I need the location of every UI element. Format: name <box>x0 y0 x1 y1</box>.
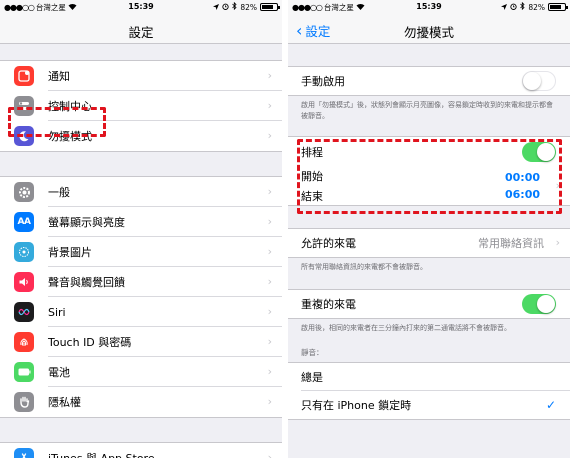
wallpaper-icon <box>14 242 34 262</box>
manual-row: 手動啟用 <box>288 67 570 95</box>
do-not-disturb-screen: ●●●○○ 台灣之星 15:39 82% ‹ 設定 勿擾模式 手動啟用 啟用「勿… <box>288 0 570 458</box>
page-title: 設定 <box>128 25 154 40</box>
settings-row[interactable]: 聲音與觸覺回饋 › <box>0 267 282 297</box>
allow-calls-value: 常用聯絡資訊 <box>478 237 544 250</box>
manual-toggle[interactable] <box>522 71 556 91</box>
page-title: 勿擾模式 <box>403 25 454 40</box>
settings-row-label: Touch ID 與密碼 <box>48 336 132 349</box>
battery-indicator-icon <box>260 3 280 11</box>
settings-row-label: 電池 <box>48 366 70 379</box>
allow-calls-row[interactable]: 允許的來電 常用聯絡資訊 › <box>288 229 570 257</box>
settings-row[interactable]: Touch ID 與密碼 › <box>0 327 282 357</box>
alarm-icon <box>510 3 517 12</box>
battery-percent: 82% <box>240 2 257 12</box>
battery-icon <box>14 362 34 382</box>
settings-row-label: iTunes 與 App Store <box>48 450 155 458</box>
silence-group: 總是 只有在 iPhone 鎖定時 ✓ <box>288 362 570 420</box>
allow-calls-footnote: 所有常用聯絡資訊的來電都不會被靜音。 <box>301 263 427 271</box>
bluetooth-icon <box>232 1 237 12</box>
settings-row[interactable]: AA 螢幕顯示與亮度 › <box>0 207 282 237</box>
chevron-right-icon: › <box>267 185 272 198</box>
sound-icon <box>14 272 34 292</box>
repeated-calls-toggle[interactable] <box>522 294 556 314</box>
silence-locked-row[interactable]: 只有在 iPhone 鎖定時 ✓ <box>288 391 570 419</box>
settings-row[interactable]: 一般 › <box>0 177 282 207</box>
settings-row-label: 聲音與觸覺回饋 <box>48 276 125 289</box>
allow-calls-label: 允許的來電 <box>301 237 356 250</box>
navigation-bar: ‹ 設定 勿擾模式 <box>288 14 570 44</box>
manual-group: 手動啟用 <box>288 66 570 96</box>
highlight-dnd-row <box>8 107 106 137</box>
settings-row-label: 一般 <box>48 186 70 199</box>
silence-section-header: 靜音： <box>301 348 324 357</box>
settings-screen: ●●●○○ 台灣之星 15:39 82% 設定 通知 › 控制中心 › 勿擾模式 › 一般… <box>0 0 282 458</box>
chevron-right-icon: › <box>267 69 272 82</box>
gear-icon <box>14 182 34 202</box>
status-bar: ●●●○○ 台灣之星 15:39 82% <box>288 0 570 14</box>
chevron-right-icon: › <box>267 451 272 458</box>
chevron-right-icon: › <box>267 305 272 318</box>
notifications-icon <box>14 66 34 86</box>
repeated-calls-row: 重複的來電 <box>288 290 570 318</box>
chevron-right-icon: › <box>267 215 272 228</box>
location-icon <box>213 3 220 12</box>
app-store-icon <box>14 448 34 458</box>
highlight-schedule <box>297 139 562 214</box>
repeated-calls-label: 重複的來電 <box>301 298 356 311</box>
settings-row[interactable]: 背景圖片 › <box>0 237 282 267</box>
settings-row-label: Siri <box>48 305 66 319</box>
settings-row-label: 隱私權 <box>48 396 81 409</box>
settings-group-3: iTunes 與 App Store › <box>0 442 282 458</box>
manual-footnote: 啟用「勿擾模式」後，狀態列會顯示月亮圖像，容易鎖定時收到的來電和提示都會被靜音。 <box>301 101 553 120</box>
status-bar: ●●●○○ 台灣之星 15:39 82% <box>0 0 282 14</box>
chevron-right-icon: › <box>267 335 272 348</box>
location-icon <box>501 3 508 12</box>
silence-always-label: 總是 <box>301 371 323 384</box>
chevron-right-icon: › <box>267 245 272 258</box>
settings-group-1: 通知 › 控制中心 › 勿擾模式 › <box>0 60 282 152</box>
settings-row-label: 背景圖片 <box>48 246 92 259</box>
battery-indicator-icon <box>548 3 568 11</box>
silence-always-row[interactable]: 總是 <box>288 363 570 391</box>
toggle-knob <box>537 295 555 313</box>
navigation-bar: 設定 <box>0 14 282 44</box>
chevron-right-icon: › <box>267 129 272 142</box>
hand-icon <box>14 392 34 412</box>
toggle-knob <box>523 72 541 90</box>
fingerprint-icon <box>14 332 34 352</box>
settings-row[interactable]: Siri › <box>0 297 282 327</box>
chevron-right-icon: › <box>267 395 272 408</box>
settings-group-2: 一般 › AA 螢幕顯示與亮度 › 背景圖片 › 聲音與觸覺回饋 › Siri › Touch ID … <box>0 176 282 418</box>
settings-row[interactable]: iTunes 與 App Store › <box>0 443 282 458</box>
alarm-icon <box>222 3 229 12</box>
bluetooth-icon <box>520 1 525 12</box>
battery-percent: 82% <box>528 2 545 12</box>
settings-row[interactable]: 電池 › <box>0 357 282 387</box>
repeated-calls-group: 重複的來電 <box>288 289 570 319</box>
settings-row-label: 螢幕顯示與亮度 <box>48 216 125 229</box>
repeated-calls-footnote: 啟用後，相同的來電者在三分鐘內打來的第二通電話將不會被靜音。 <box>301 324 511 332</box>
chevron-right-icon: › <box>267 365 272 378</box>
checkmark-icon: ✓ <box>545 398 556 412</box>
allow-calls-group: 允許的來電 常用聯絡資訊 › <box>288 228 570 258</box>
chevron-right-icon: › <box>267 99 272 112</box>
silence-locked-label: 只有在 iPhone 鎖定時 <box>301 399 412 412</box>
settings-row[interactable]: 隱私權 › <box>0 387 282 417</box>
settings-row[interactable]: 通知 › <box>0 61 282 91</box>
chevron-right-icon: › <box>555 236 560 249</box>
siri-icon <box>14 302 34 322</box>
chevron-right-icon: › <box>267 275 272 288</box>
settings-row-label: 通知 <box>48 70 70 83</box>
display-icon: AA <box>14 212 34 232</box>
manual-label: 手動啟用 <box>301 75 345 88</box>
